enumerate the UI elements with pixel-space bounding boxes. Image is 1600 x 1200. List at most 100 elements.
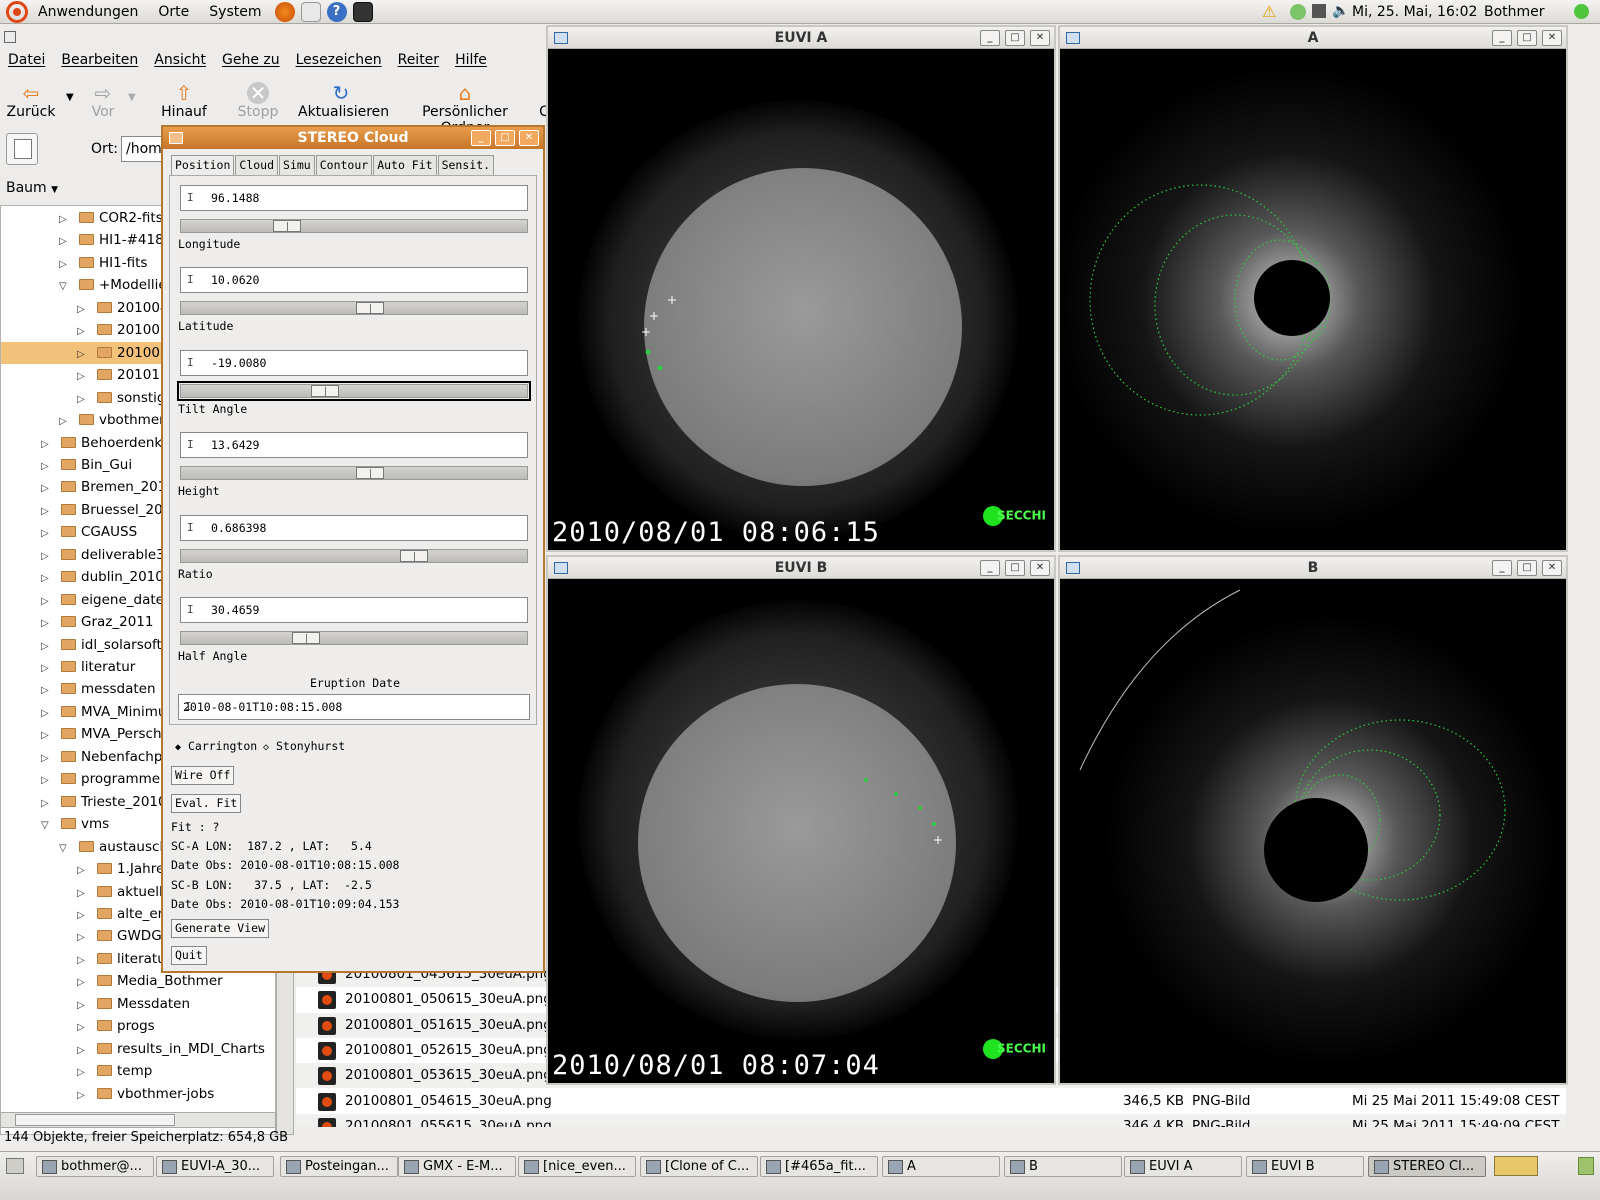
location-mode-toggle[interactable] bbox=[6, 133, 38, 165]
window-icon[interactable] bbox=[1066, 562, 1080, 574]
minimize-button[interactable]: _ bbox=[1492, 30, 1512, 46]
tree-item[interactable]: ▷ progs bbox=[1, 1015, 275, 1037]
collapsed-arrow-icon[interactable]: ▷ bbox=[41, 591, 53, 613]
tree-item[interactable]: ▷ temp bbox=[1, 1060, 275, 1084]
expanded-arrow-icon[interactable]: ▽ bbox=[59, 276, 71, 298]
collapsed-arrow-icon[interactable]: ▷ bbox=[41, 725, 53, 747]
param-slider-5[interactable] bbox=[180, 631, 528, 645]
param-input-0[interactable]: 96.1488 bbox=[180, 185, 528, 211]
close-button[interactable]: ✕ bbox=[1030, 30, 1050, 46]
tree-item[interactable]: ▷ Media_Bothmer bbox=[1, 970, 275, 994]
file-row[interactable]: 20100801_054615_30euA.png 346,5 KB PNG-Bil… bbox=[296, 1089, 1566, 1114]
carrington-radio[interactable]: ◆ Carrington bbox=[175, 739, 257, 753]
collapsed-arrow-icon[interactable]: ▷ bbox=[41, 793, 53, 815]
tree-item[interactable]: ▷ Messdaten bbox=[1, 993, 275, 1017]
euvi-a-image[interactable]: 2010/08/01 08:06:15 SECCHI bbox=[548, 50, 1054, 550]
collapsed-arrow-icon[interactable]: ▷ bbox=[77, 972, 89, 994]
collapsed-arrow-icon[interactable]: ▷ bbox=[77, 389, 89, 411]
expanded-arrow-icon[interactable]: ▽ bbox=[41, 815, 53, 837]
collapsed-arrow-icon[interactable]: ▷ bbox=[77, 995, 89, 1017]
back-history-chevron-icon[interactable]: ▼ bbox=[66, 92, 74, 103]
window-icon[interactable] bbox=[554, 562, 568, 574]
terminal-icon[interactable] bbox=[352, 1, 373, 22]
taskbar-item[interactable]: EUVI A bbox=[1124, 1156, 1242, 1177]
maximize-button[interactable]: □ bbox=[1005, 560, 1025, 576]
tab-position[interactable]: Position bbox=[171, 155, 235, 175]
tree-scroll-thumb[interactable] bbox=[15, 1114, 175, 1126]
ubuntu-logo-icon[interactable] bbox=[6, 0, 28, 23]
taskbar-item[interactable]: [Clone of C... bbox=[640, 1156, 758, 1177]
cor-b-titlebar[interactable]: B _ □ ✕ bbox=[1060, 557, 1566, 579]
maximize-button[interactable]: □ bbox=[1005, 30, 1025, 46]
menu-ansicht[interactable]: Ansicht bbox=[146, 52, 214, 74]
collapsed-arrow-icon[interactable]: ▷ bbox=[59, 254, 71, 276]
workspace-switcher[interactable] bbox=[1494, 1156, 1538, 1176]
tab-simu[interactable]: Simu bbox=[279, 155, 315, 175]
window-icon[interactable] bbox=[554, 32, 568, 44]
param-slider-0[interactable] bbox=[180, 219, 528, 233]
collapsed-arrow-icon[interactable]: ▷ bbox=[77, 366, 89, 388]
collapsed-arrow-icon[interactable]: ▷ bbox=[41, 636, 53, 658]
collapsed-arrow-icon[interactable]: ▷ bbox=[77, 883, 89, 905]
close-button[interactable]: ✕ bbox=[1542, 30, 1562, 46]
window-icon[interactable] bbox=[1066, 32, 1080, 44]
collapsed-arrow-icon[interactable]: ▷ bbox=[41, 456, 53, 478]
taskbar-item[interactable]: EUVI B bbox=[1246, 1156, 1364, 1177]
slider-thumb[interactable] bbox=[355, 302, 384, 315]
euvi-b-image[interactable]: 2010/08/01 08:07:04 SECCHI bbox=[548, 580, 1054, 1083]
close-button[interactable]: ✕ bbox=[1030, 560, 1050, 576]
maximize-button[interactable]: □ bbox=[1517, 560, 1537, 576]
param-input-5[interactable]: 30.4659 bbox=[180, 597, 528, 623]
expanded-arrow-icon[interactable]: ▽ bbox=[59, 838, 71, 860]
slider-thumb[interactable] bbox=[400, 549, 429, 562]
param-input-4[interactable]: 0.686398 bbox=[180, 514, 528, 541]
firefox-icon[interactable] bbox=[274, 1, 295, 22]
warning-icon[interactable]: ⚠ bbox=[1262, 2, 1276, 21]
collapsed-arrow-icon[interactable]: ▷ bbox=[41, 546, 53, 568]
collapsed-arrow-icon[interactable]: ▷ bbox=[77, 321, 89, 343]
tab-auto-fit[interactable]: Auto Fit bbox=[373, 155, 437, 175]
close-button[interactable]: ✕ bbox=[519, 130, 539, 146]
menu-reiter[interactable]: Reiter bbox=[390, 52, 447, 74]
collapsed-arrow-icon[interactable]: ▷ bbox=[77, 905, 89, 927]
tab-sensit[interactable]: Sensit. bbox=[437, 155, 495, 175]
tree-item[interactable]: ▷ results_in_MDI_Charts bbox=[1, 1038, 275, 1062]
maximize-button[interactable]: □ bbox=[495, 130, 515, 146]
collapsed-arrow-icon[interactable]: ▷ bbox=[59, 209, 71, 231]
mail-icon[interactable] bbox=[300, 1, 321, 22]
taskbar-item[interactable]: Posteingan... bbox=[280, 1156, 398, 1177]
display-icon[interactable] bbox=[1312, 4, 1326, 18]
param-input-1[interactable]: 10.0620 bbox=[180, 267, 528, 294]
collapsed-arrow-icon[interactable]: ▷ bbox=[41, 501, 53, 523]
cor-b-image[interactable] bbox=[1060, 580, 1566, 1083]
collapsed-arrow-icon[interactable]: ▷ bbox=[77, 1062, 89, 1084]
param-slider-2[interactable] bbox=[177, 380, 531, 401]
applications-menu[interactable]: Anwendungen bbox=[28, 4, 148, 20]
menu-hilfe[interactable]: Hilfe bbox=[447, 52, 495, 74]
menu-datei[interactable]: Datei bbox=[0, 52, 53, 74]
collapsed-arrow-icon[interactable]: ▷ bbox=[77, 299, 89, 321]
collapsed-arrow-icon[interactable]: ▷ bbox=[41, 703, 53, 725]
minimize-button[interactable]: _ bbox=[471, 130, 491, 146]
minimize-button[interactable]: _ bbox=[980, 30, 1000, 46]
collapsed-arrow-icon[interactable]: ▷ bbox=[41, 478, 53, 500]
slider-thumb[interactable] bbox=[273, 220, 302, 232]
tab-cloud[interactable]: Cloud bbox=[235, 155, 279, 175]
system-menu[interactable]: System bbox=[199, 4, 271, 20]
stonyhurst-radio[interactable]: ◇ Stonyhurst bbox=[263, 739, 345, 753]
places-menu[interactable]: Orte bbox=[148, 4, 199, 20]
collapsed-arrow-icon[interactable]: ▷ bbox=[77, 927, 89, 949]
collapsed-arrow-icon[interactable]: ▷ bbox=[77, 1040, 89, 1062]
volume-icon[interactable]: 🔈 bbox=[1332, 3, 1349, 19]
stop-button[interactable]: ✕ Stopp bbox=[236, 78, 280, 120]
menu-lesezeichen[interactable]: Lesezeichen bbox=[288, 52, 390, 74]
param-slider-3[interactable] bbox=[180, 466, 528, 481]
eval-fit-button[interactable]: Eval. Fit bbox=[171, 794, 242, 813]
taskbar-item[interactable]: B bbox=[1004, 1156, 1122, 1177]
generate-view-button[interactable]: Generate View bbox=[171, 919, 270, 938]
euvi-b-titlebar[interactable]: EUVI B _ □ ✕ bbox=[548, 557, 1054, 579]
param-slider-4[interactable] bbox=[180, 548, 528, 563]
clock[interactable]: Mi, 25. Mai, 16:02 bbox=[1352, 4, 1477, 20]
stereo-cloud-titlebar[interactable]: STEREO Cloud _ □ ✕ bbox=[163, 127, 543, 149]
taskbar-item[interactable]: [nice_even... bbox=[518, 1156, 636, 1177]
